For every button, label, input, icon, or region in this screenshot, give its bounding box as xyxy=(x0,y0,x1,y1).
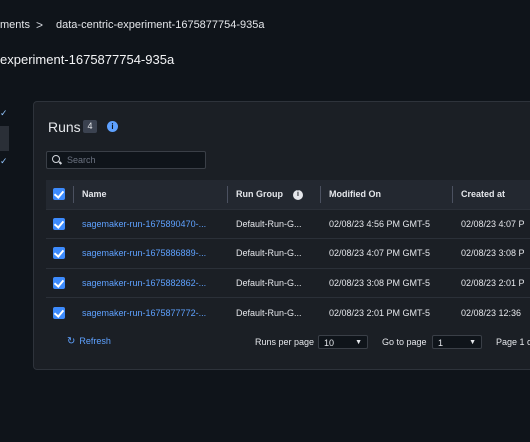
check-icon: ✓ xyxy=(0,108,8,118)
column-header-name[interactable]: Name xyxy=(74,180,228,209)
created-at-cell: 02/08/23 2:01 P xyxy=(461,277,525,288)
table-row[interactable]: sagemaker-run-1675890470-... Default-Run… xyxy=(46,209,530,239)
table-row[interactable]: sagemaker-run-1675877772-... Default-Run… xyxy=(46,297,530,328)
runs-panel: Runs 4 i Search Name Run Group i Modifie… xyxy=(33,101,530,370)
created-at-cell: 02/08/23 3:08 P xyxy=(461,248,525,259)
row-checkbox[interactable] xyxy=(53,276,65,289)
run-name-link[interactable]: sagemaker-run-1675890470-... xyxy=(74,219,206,229)
go-to-page-value: 1 xyxy=(438,338,444,348)
runs-title: Runs xyxy=(48,119,81,135)
created-at-cell: 02/08/23 12:36 xyxy=(461,307,522,318)
row-checkbox[interactable] xyxy=(53,306,65,319)
run-name-link[interactable]: sagemaker-run-1675886889-... xyxy=(74,248,206,258)
refresh-button[interactable]: ↻ Refresh xyxy=(67,336,111,347)
table-row[interactable]: sagemaker-run-1675882862-... Default-Run… xyxy=(46,268,530,298)
run-group-cell: Default-Run-G... xyxy=(236,218,302,229)
go-to-page-label: Go to page xyxy=(382,337,427,347)
column-label-name: Name xyxy=(82,189,107,200)
select-all-checkbox[interactable] xyxy=(53,188,65,201)
modified-on-cell: 02/08/23 2:01 PM GMT-5 xyxy=(329,307,431,318)
info-icon[interactable]: i xyxy=(293,189,303,200)
search-box xyxy=(46,151,206,169)
info-icon[interactable]: i xyxy=(107,121,118,132)
run-group-cell: Default-Run-G... xyxy=(236,277,302,288)
column-header-modified-on[interactable]: Modified On xyxy=(321,180,453,209)
breadcrumb-separator: > xyxy=(36,18,44,32)
column-label-created-at: Created at xyxy=(461,189,506,200)
modified-on-cell: 02/08/23 3:08 PM GMT-5 xyxy=(329,277,431,288)
run-group-cell: Default-Run-G... xyxy=(236,248,302,259)
modified-on-cell: 02/08/23 4:07 PM GMT-5 xyxy=(329,248,431,259)
experiment-page: ments > data-centric-experiment-16758777… xyxy=(0,0,530,442)
modified-on-cell: 02/08/23 4:56 PM GMT-5 xyxy=(329,218,431,229)
check-icon: ✓ xyxy=(0,156,8,166)
column-header-created-at[interactable]: Created at xyxy=(453,180,530,209)
go-to-page-select[interactable]: 1 ▼ xyxy=(432,335,482,349)
column-label-modified-on: Modified On xyxy=(329,189,381,200)
run-name-link[interactable]: sagemaker-run-1675877772-... xyxy=(74,308,206,318)
runs-per-page-label: Runs per page xyxy=(255,337,315,347)
run-name-link[interactable]: sagemaker-run-1675882862-... xyxy=(74,278,206,288)
page-of-label: Page 1 o xyxy=(496,337,530,347)
page-title: experiment-1675877754-935a xyxy=(0,52,175,67)
caret-down-icon: ▼ xyxy=(469,339,476,346)
runs-per-page-select[interactable]: 10 ▼ xyxy=(318,335,368,349)
left-rail-selected-item[interactable] xyxy=(0,126,9,151)
runs-per-page-value: 10 xyxy=(324,338,335,348)
run-group-cell: Default-Run-G... xyxy=(236,307,302,318)
created-at-cell: 02/08/23 4:07 P xyxy=(461,218,525,229)
search-icon xyxy=(52,155,60,163)
runs-table: Name Run Group i Modified On Created at xyxy=(46,180,530,327)
column-label-run-group: Run Group xyxy=(236,188,283,199)
select-all-header xyxy=(46,180,74,209)
table-header-row: Name Run Group i Modified On Created at xyxy=(46,180,530,209)
breadcrumb-item-experiments[interactable]: ments xyxy=(0,19,30,31)
search-input[interactable] xyxy=(67,153,197,167)
table-row[interactable]: sagemaker-run-1675886889-... Default-Run… xyxy=(46,238,530,269)
breadcrumb-item-current: data-centric-experiment-1675877754-935a xyxy=(56,19,265,31)
runs-count-badge: 4 xyxy=(83,120,97,133)
refresh-label: Refresh xyxy=(79,336,111,346)
row-checkbox[interactable] xyxy=(53,247,65,260)
caret-down-icon: ▼ xyxy=(355,339,362,346)
row-checkbox[interactable] xyxy=(53,217,65,230)
refresh-icon: ↻ xyxy=(67,336,76,347)
table-footer: ↻ Refresh Runs per page 10 ▼ Go to page 1… xyxy=(34,328,530,358)
column-header-run-group[interactable]: Run Group i xyxy=(228,180,321,209)
